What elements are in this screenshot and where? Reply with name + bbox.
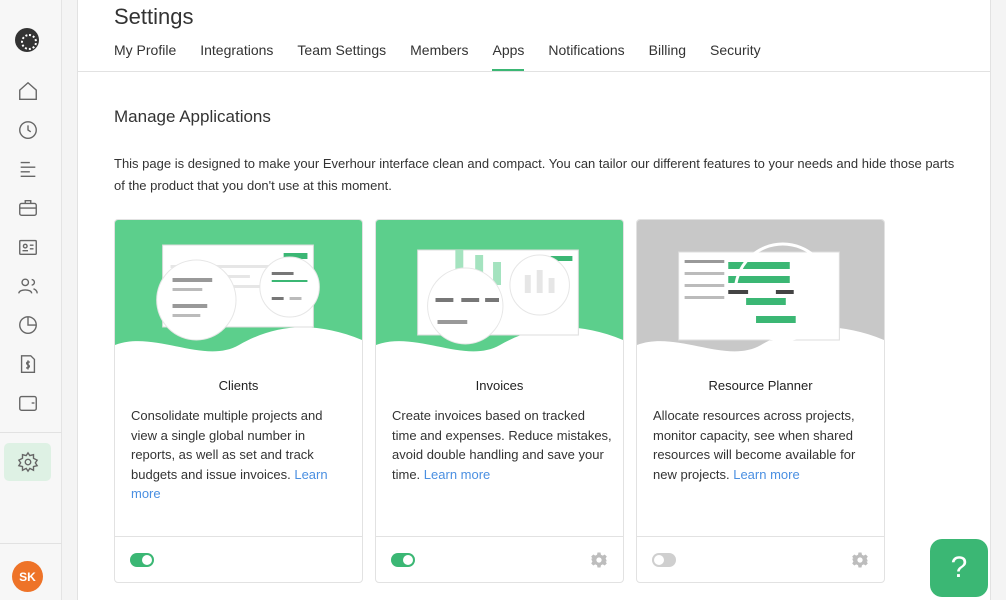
- clock-icon[interactable]: [16, 118, 40, 142]
- page-title: Settings: [114, 4, 194, 29]
- briefcase-icon[interactable]: [16, 196, 40, 220]
- invoices-settings-gear-icon[interactable]: [590, 551, 608, 569]
- card-description: Create invoices based on tracked time an…: [392, 406, 612, 484]
- tab-billing[interactable]: Billing: [649, 42, 686, 71]
- app-card-clients: Clients Consolidate multiple projects an…: [114, 219, 363, 583]
- card-description: Allocate resources across projects, moni…: [653, 406, 873, 484]
- invoices-toggle[interactable]: [391, 553, 415, 567]
- sidebar: SK: [0, 0, 62, 600]
- timeline-icon[interactable]: [16, 157, 40, 181]
- avatar[interactable]: SK: [12, 561, 43, 592]
- card-title: Invoices: [475, 378, 524, 393]
- tab-team-settings[interactable]: Team Settings: [297, 42, 386, 71]
- wallet-icon[interactable]: [16, 391, 40, 415]
- tab-apps[interactable]: Apps: [492, 42, 525, 71]
- everhour-logo-icon[interactable]: [15, 28, 39, 52]
- main-panel: Settings My Profile Integrations Team Se…: [77, 0, 991, 600]
- pie-chart-icon[interactable]: [16, 313, 40, 337]
- resource-planner-toggle[interactable]: [652, 553, 676, 567]
- resource-planner-settings-gear-icon[interactable]: [851, 551, 869, 569]
- invoice-icon[interactable]: [16, 352, 40, 376]
- home-icon[interactable]: [16, 79, 40, 103]
- tab-members[interactable]: Members: [410, 42, 468, 71]
- sidebar-divider: [0, 543, 62, 544]
- clients-toggle[interactable]: [130, 553, 154, 567]
- section-title: Manage Applications: [114, 107, 271, 126]
- tab-security[interactable]: Security: [710, 42, 761, 71]
- learn-more-link[interactable]: Learn more: [424, 467, 490, 482]
- tab-integrations[interactable]: Integrations: [200, 42, 273, 71]
- settings-tabs: My Profile Integrations Team Settings Me…: [114, 42, 785, 71]
- help-chat-button[interactable]: ?: [930, 539, 988, 597]
- app-card-resource-planner: Resource Planner Allocate resources acro…: [636, 219, 885, 583]
- section-description: This page is designed to make your Everh…: [114, 156, 955, 193]
- card-footer: [376, 536, 623, 582]
- resource-planner-illustration: [637, 220, 884, 352]
- gear-icon[interactable]: [16, 450, 40, 474]
- learn-more-link[interactable]: Learn more: [733, 467, 799, 482]
- users-icon[interactable]: [16, 274, 40, 298]
- sidebar-divider: [0, 432, 62, 433]
- contact-card-icon[interactable]: [16, 235, 40, 259]
- topbar: Settings My Profile Integrations Team Se…: [78, 0, 990, 72]
- tab-notifications[interactable]: Notifications: [548, 42, 624, 71]
- card-title: Resource Planner: [708, 378, 813, 393]
- card-title: Clients: [218, 378, 259, 393]
- clients-illustration: [115, 220, 362, 352]
- invoices-illustration: [376, 220, 623, 352]
- tab-my-profile[interactable]: My Profile: [114, 42, 176, 71]
- card-footer: [637, 536, 884, 582]
- card-footer: [115, 536, 362, 582]
- card-description: Consolidate multiple projects and view a…: [131, 406, 351, 504]
- app-card-invoices: Invoices Create invoices based on tracke…: [375, 219, 624, 583]
